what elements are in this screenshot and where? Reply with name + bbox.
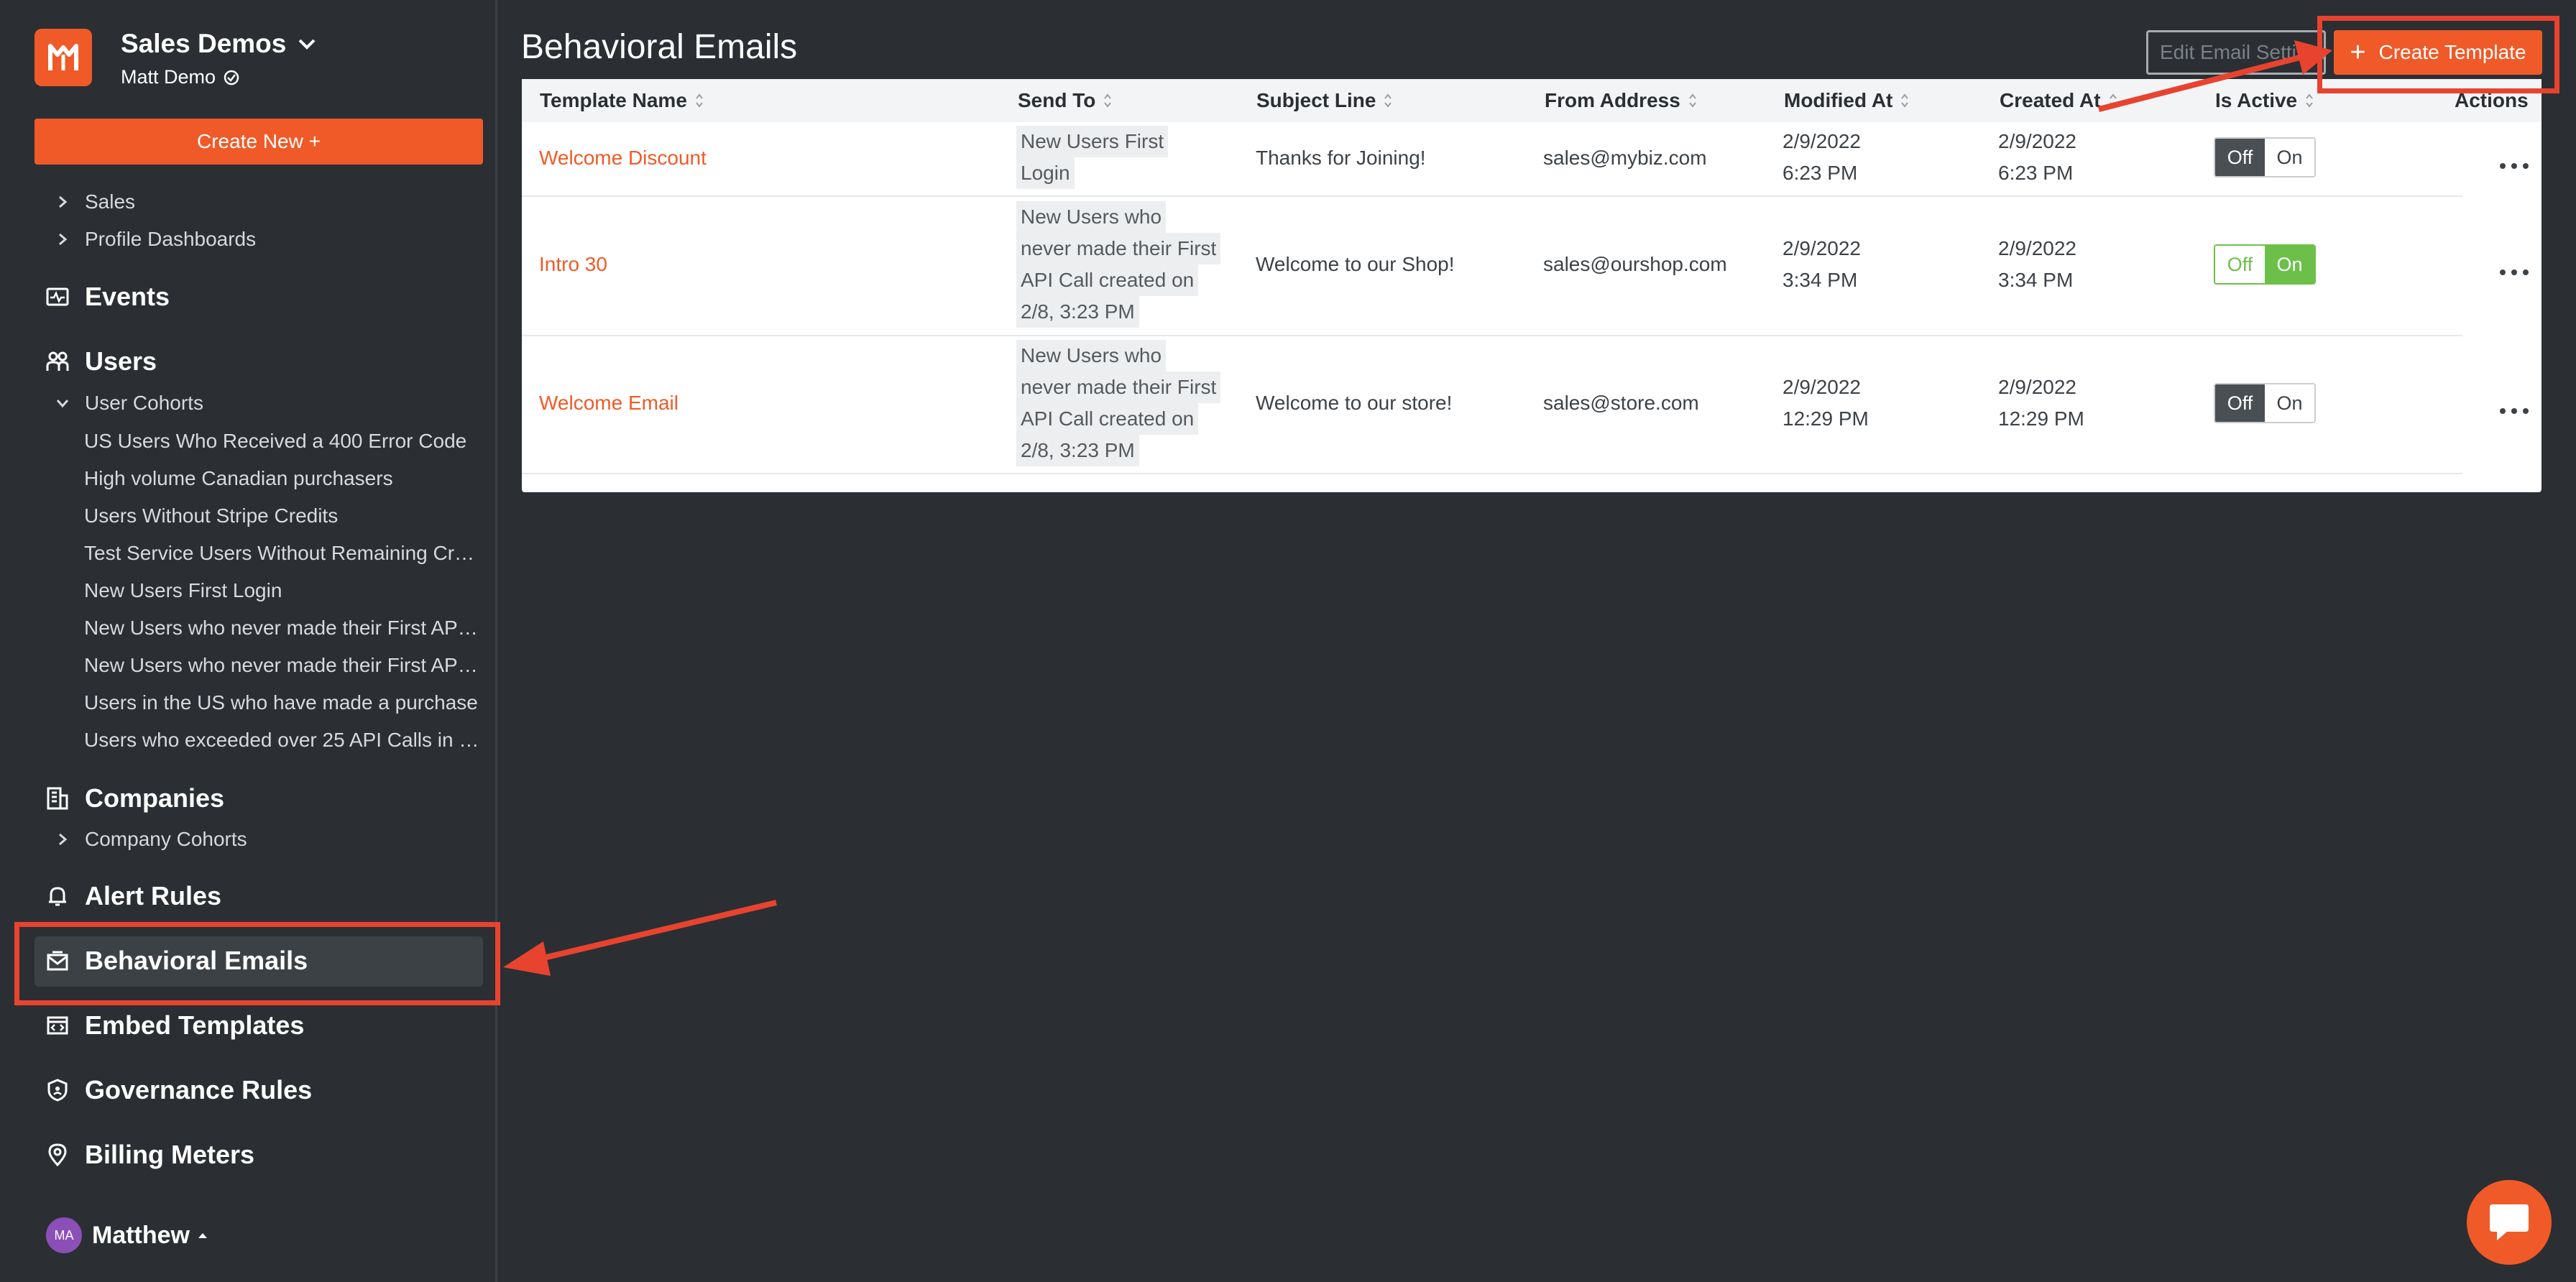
annotation-arrows	[503, 40, 2332, 976]
chat-icon	[2490, 1204, 2529, 1240]
chat-support-button[interactable]	[2467, 1180, 2552, 1265]
